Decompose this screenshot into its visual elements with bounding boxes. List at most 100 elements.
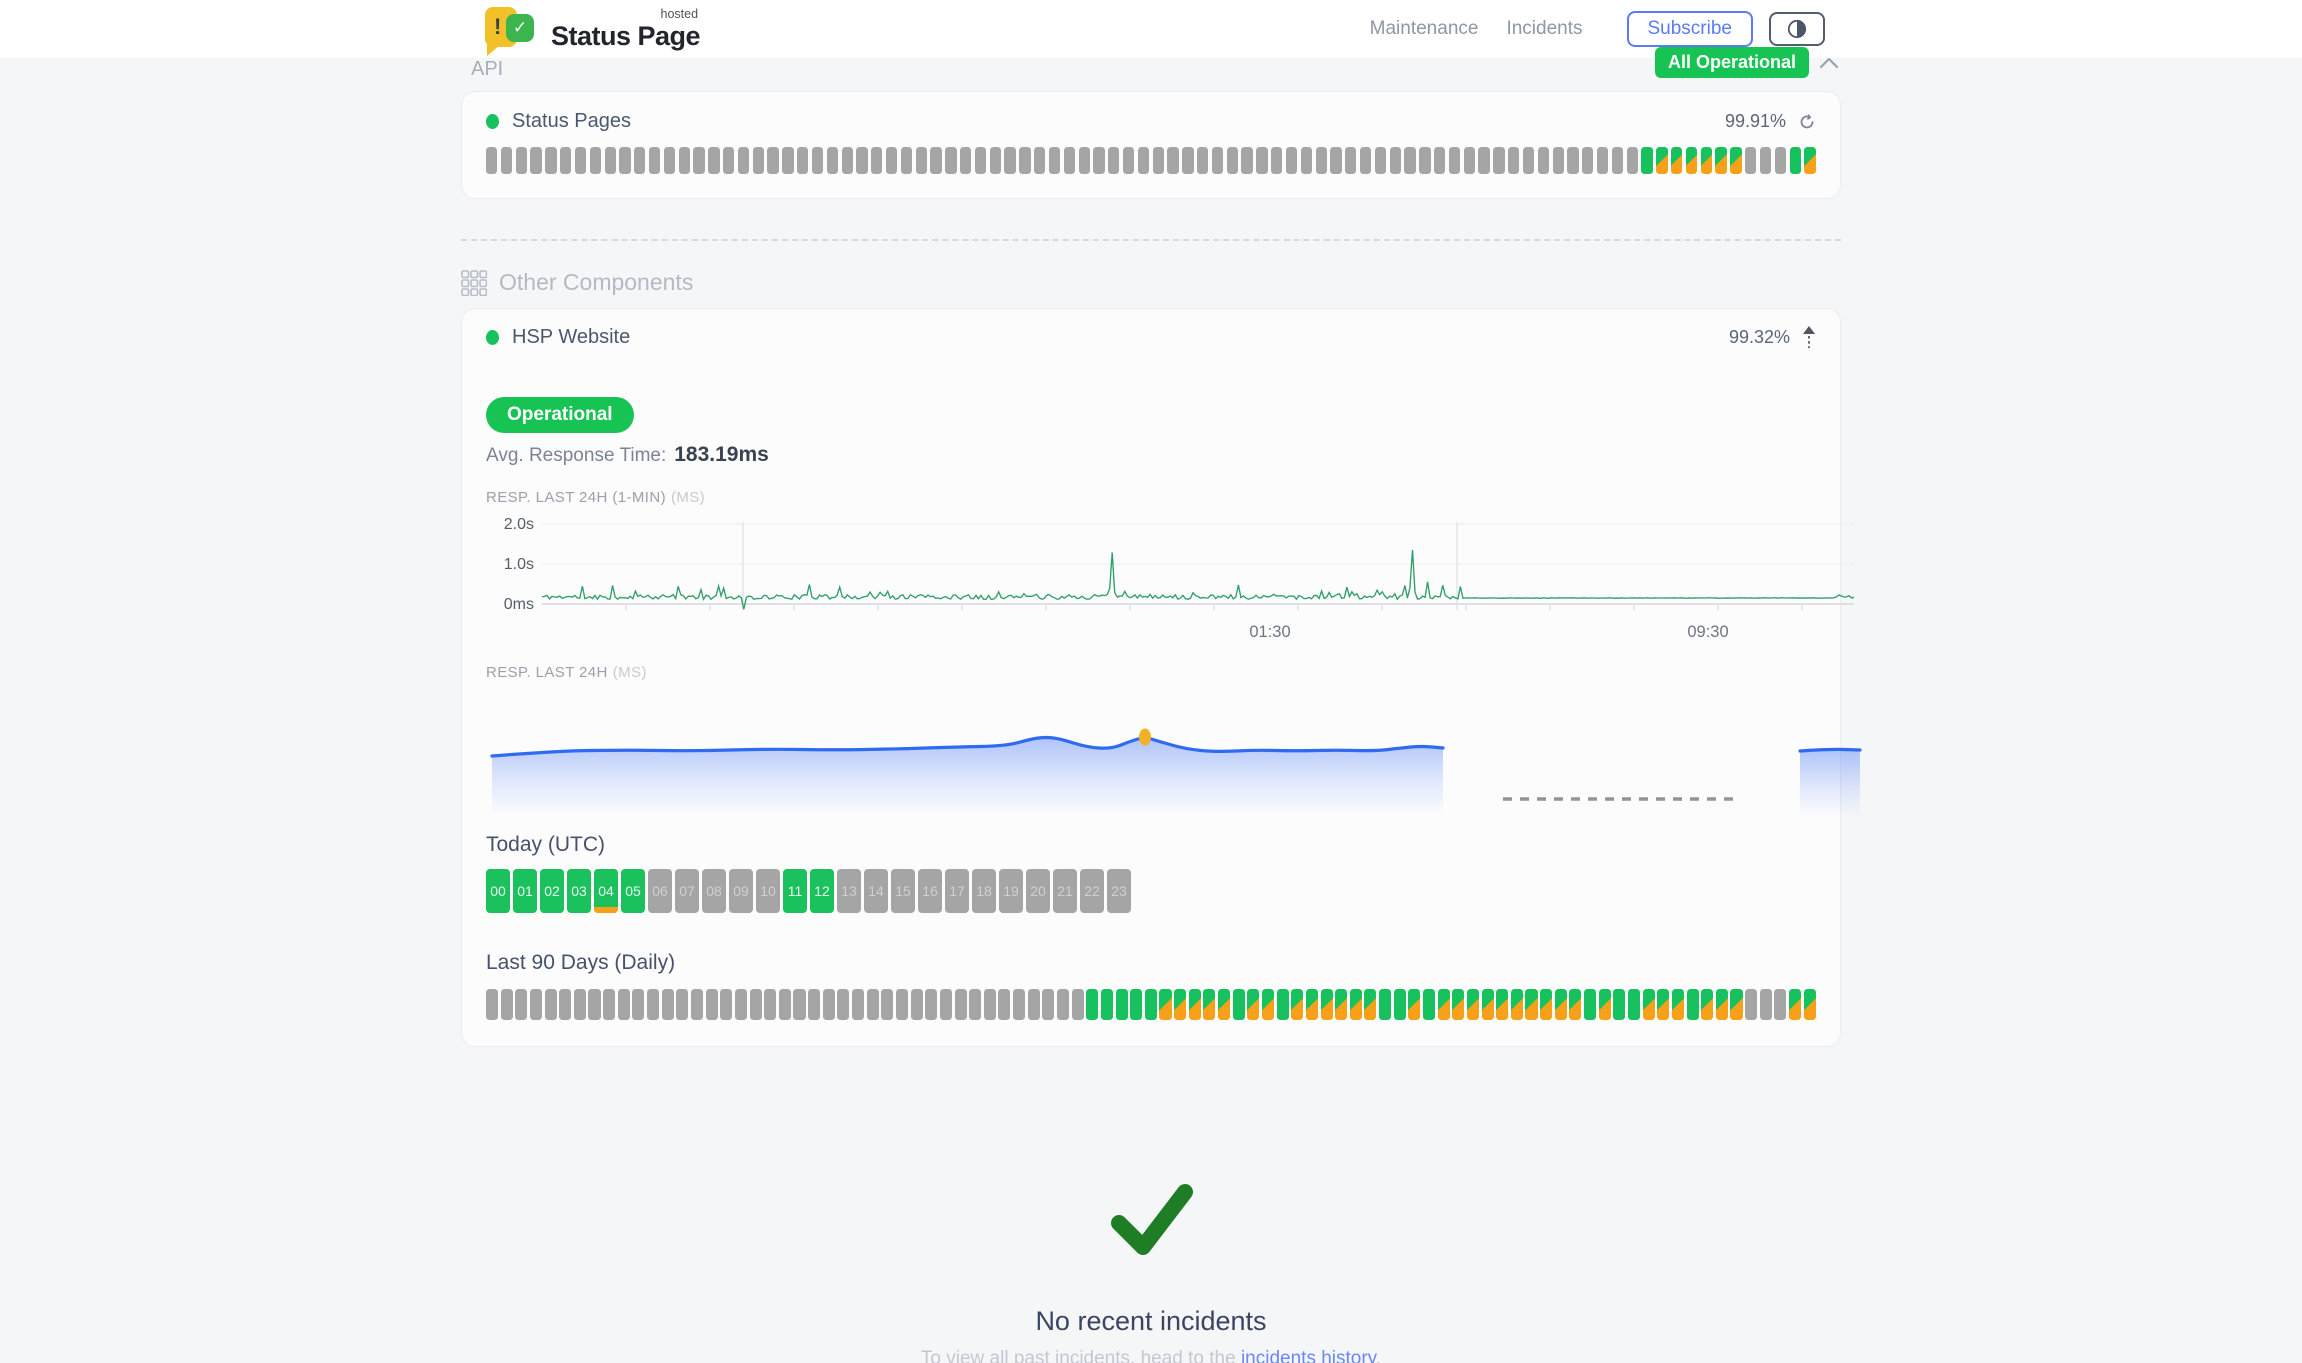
uptime-bar[interactable]: [1064, 147, 1075, 174]
hour-block-21[interactable]: 21: [1053, 869, 1077, 913]
uptime-bar[interactable]: [662, 989, 674, 1020]
uptime-bar[interactable]: [708, 147, 719, 174]
uptime-bar[interactable]: [960, 147, 971, 174]
hour-block-11[interactable]: 11: [783, 869, 807, 913]
uptime-bar[interactable]: [1159, 989, 1171, 1020]
uptime-bar[interactable]: [1612, 147, 1623, 174]
uptime-bar[interactable]: [1641, 147, 1652, 174]
uptime-bar[interactable]: [1438, 989, 1450, 1020]
hour-block-13[interactable]: 13: [837, 869, 861, 913]
uptime-bar[interactable]: [1321, 989, 1333, 1020]
uptime-bar[interactable]: [1584, 989, 1596, 1020]
uptime-bar[interactable]: [1262, 989, 1274, 1020]
uptime-bar[interactable]: [647, 989, 659, 1020]
uptime-bar[interactable]: [764, 989, 776, 1020]
uptime-bar[interactable]: [693, 147, 704, 174]
uptime-bar[interactable]: [588, 989, 600, 1020]
uptime-bar[interactable]: [911, 989, 923, 1020]
uptime-bar[interactable]: [1582, 147, 1593, 174]
uptime-bar[interactable]: [767, 147, 778, 174]
uptime-bar[interactable]: [515, 989, 527, 1020]
uptime-bar[interactable]: [1452, 989, 1464, 1020]
uptime-bar[interactable]: [1555, 989, 1567, 1020]
uptime-bar[interactable]: [998, 989, 1010, 1020]
uptime-bar[interactable]: [871, 147, 882, 174]
uptime-bar[interactable]: [1360, 147, 1371, 174]
uptime-bar[interactable]: [852, 989, 864, 1020]
uptime-bar[interactable]: [545, 147, 556, 174]
hour-block-16[interactable]: 16: [918, 869, 942, 913]
uptime-bar[interactable]: [605, 147, 616, 174]
uptime-bar[interactable]: [632, 989, 644, 1020]
uptime-bar[interactable]: [1390, 147, 1401, 174]
uptime-bar[interactable]: [753, 147, 764, 174]
uptime-bar[interactable]: [1540, 989, 1552, 1020]
uptime-bar[interactable]: [1715, 147, 1726, 174]
uptime-bar[interactable]: [516, 147, 527, 174]
uptime-bar[interactable]: [1130, 989, 1142, 1020]
hour-block-17[interactable]: 17: [945, 869, 969, 913]
uptime-bar[interactable]: [1350, 989, 1362, 1020]
uptime-bar[interactable]: [1511, 989, 1523, 1020]
uptime-bar[interactable]: [1774, 989, 1786, 1020]
uptime-bar[interactable]: [1079, 147, 1090, 174]
uptime-bar[interactable]: [1613, 989, 1625, 1020]
uptime-bar[interactable]: [1628, 989, 1640, 1020]
uptime-bar[interactable]: [1553, 147, 1564, 174]
uptime-bar[interactable]: [1745, 989, 1757, 1020]
uptime-bar[interactable]: [1189, 989, 1201, 1020]
hour-block-10[interactable]: 10: [756, 869, 780, 913]
uptime-bar[interactable]: [1672, 989, 1684, 1020]
uptime-bar[interactable]: [955, 989, 967, 1020]
hour-block-07[interactable]: 07: [675, 869, 699, 913]
uptime-bar[interactable]: [1138, 147, 1149, 174]
uptime-bar[interactable]: [1656, 147, 1667, 174]
uptime-bar[interactable]: [486, 147, 497, 174]
uptime-bar[interactable]: [1116, 989, 1128, 1020]
uptime-bar[interactable]: [679, 147, 690, 174]
uptime-bar[interactable]: [1301, 147, 1312, 174]
theme-toggle-button[interactable]: [1769, 12, 1825, 46]
uptime-bar[interactable]: [530, 147, 541, 174]
hour-block-15[interactable]: 15: [891, 869, 915, 913]
uptime-bar[interactable]: [1153, 147, 1164, 174]
uptime-bar[interactable]: [1093, 147, 1104, 174]
uptime-bar[interactable]: [984, 989, 996, 1020]
hour-block-20[interactable]: 20: [1026, 869, 1050, 913]
uptime-bar[interactable]: [1716, 989, 1728, 1020]
hour-block-01[interactable]: 01: [513, 869, 537, 913]
uptime-bar[interactable]: [940, 989, 952, 1020]
uptime-bar[interactable]: [1478, 147, 1489, 174]
uptime-bar[interactable]: [1567, 147, 1578, 174]
uptime-bar[interactable]: [808, 989, 820, 1020]
uptime-bar[interactable]: [1042, 989, 1054, 1020]
uptime-bar[interactable]: [649, 147, 660, 174]
uptime-bar[interactable]: [1569, 989, 1581, 1020]
uptime-bar[interactable]: [1775, 147, 1786, 174]
uptime-bar[interactable]: [1423, 989, 1435, 1020]
uptime-bar[interactable]: [842, 147, 853, 174]
uptime-bar[interactable]: [1271, 147, 1282, 174]
uptime-bar[interactable]: [1049, 147, 1060, 174]
uptime-bar[interactable]: [1241, 147, 1252, 174]
uptime-bar[interactable]: [1013, 989, 1025, 1020]
uptime-bar[interactable]: [750, 989, 762, 1020]
uptime-bar[interactable]: [1364, 989, 1376, 1020]
uptime-bar[interactable]: [1404, 147, 1415, 174]
hour-block-18[interactable]: 18: [972, 869, 996, 913]
uptime-bar[interactable]: [1072, 989, 1084, 1020]
uptime-bar[interactable]: [1057, 989, 1069, 1020]
uptime-bar[interactable]: [735, 989, 747, 1020]
uptime-bar[interactable]: [738, 147, 749, 174]
uptime-bar[interactable]: [664, 147, 675, 174]
uptime-bar[interactable]: [1657, 989, 1669, 1020]
uptime-bar[interactable]: [575, 147, 586, 174]
subscribe-button[interactable]: Subscribe: [1627, 11, 1754, 47]
uptime-bar[interactable]: [975, 147, 986, 174]
uptime-bar[interactable]: [1101, 989, 1113, 1020]
uptime-bar[interactable]: [1686, 147, 1697, 174]
uptime-bar[interactable]: [1316, 147, 1327, 174]
hour-block-09[interactable]: 09: [729, 869, 753, 913]
uptime-bar[interactable]: [1174, 989, 1186, 1020]
uptime-bar[interactable]: [779, 989, 791, 1020]
